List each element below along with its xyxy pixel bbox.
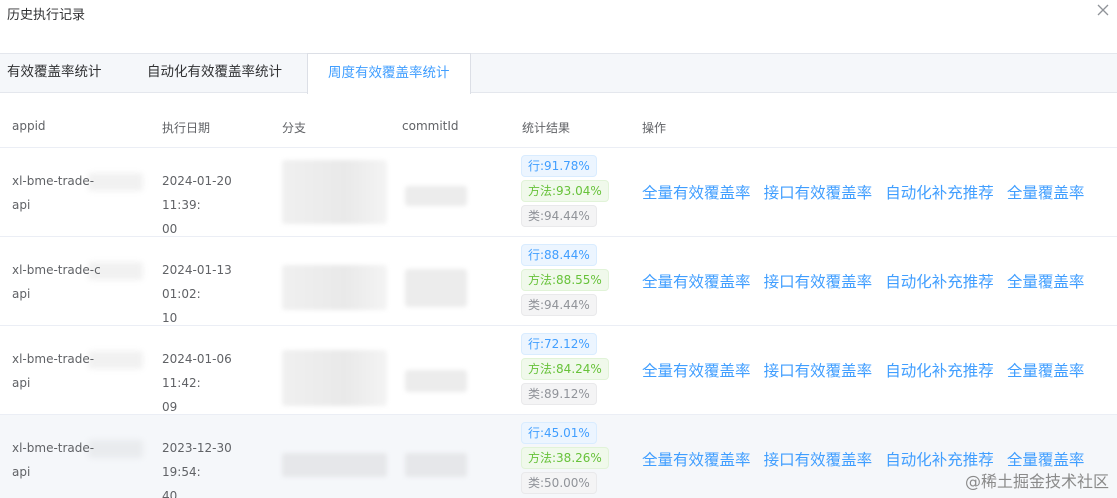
class-coverage-tag: 类:50.00% [521, 472, 597, 494]
full-effective-coverage-link[interactable]: 全量有效覆盖率 [642, 359, 751, 381]
date-cell: 2023-12-30 19:54: 40 [162, 441, 232, 498]
table-row: xl-bme-trade- api 2023-12-30 19:54: 40 行… [0, 415, 1117, 498]
full-coverage-link[interactable]: 全量覆盖率 [1007, 448, 1085, 470]
table-row: xl-bme-trade- api 2024-01-20 11:39: 00 行… [0, 148, 1117, 237]
table-row: xl-bme-trade-c api 2024-01-13 01:02: 10 … [0, 237, 1117, 326]
redacted-commit [405, 453, 467, 477]
header-appid: appid [12, 119, 46, 133]
full-coverage-link[interactable]: 全量覆盖率 [1007, 270, 1085, 292]
method-coverage-tag: 方法:84.24% [521, 358, 609, 380]
date-cell: 2024-01-06 11:42: 09 [162, 352, 232, 414]
class-coverage-tag: 类:89.12% [521, 383, 597, 405]
redacted-branch [282, 453, 387, 477]
redacted-branch [282, 350, 387, 406]
header-branch: 分支 [282, 121, 307, 135]
appid-cell: xl-bme-trade- api [12, 441, 95, 479]
method-coverage-tag: 方法:88.55% [521, 269, 609, 291]
appid-cell: xl-bme-trade- api [12, 174, 95, 212]
method-coverage-tag: 方法:38.26% [521, 447, 609, 469]
full-coverage-link[interactable]: 全量覆盖率 [1007, 181, 1085, 203]
table-row: xl-bme-trade- api 2024-01-06 11:42: 09 行… [0, 326, 1117, 415]
header-actions: 操作 [642, 121, 667, 135]
automation-recommend-link[interactable]: 自动化补充推荐 [885, 448, 994, 470]
line-coverage-tag: 行:91.78% [521, 155, 597, 177]
row-actions: 全量有效覆盖率 接口有效覆盖率 自动化补充推荐 全量覆盖率 [642, 448, 1092, 470]
watermark: @稀土掘金技术社区 [964, 472, 1109, 491]
history-table: appid 执行日期 分支 commitId 统计结果 操作 xl-bme-tr… [0, 104, 1117, 498]
tab-weekly-coverage[interactable]: 周度有效覆盖率统计 [307, 53, 471, 94]
redacted-branch [282, 265, 387, 310]
redacted-branch [282, 160, 387, 224]
appid-cell: xl-bme-trade-c api [12, 263, 101, 301]
result-tags: 行:72.12% 方法:84.24% 类:89.12% [521, 333, 611, 408]
tab-automation-coverage[interactable]: 自动化有效覆盖率统计 [127, 53, 302, 93]
tab-effective-coverage[interactable]: 有效覆盖率统计 [0, 53, 122, 93]
date-cell: 2024-01-20 11:39: 00 [162, 174, 232, 236]
dialog-title: 历史执行记录 [7, 8, 86, 23]
table-header: appid 执行日期 分支 commitId 统计结果 操作 [0, 104, 1117, 148]
close-icon[interactable] [1095, 2, 1111, 18]
date-cell: 2024-01-13 01:02: 10 [162, 263, 232, 325]
class-coverage-tag: 类:94.44% [521, 294, 597, 316]
dialog-header: 历史执行记录 [0, 0, 1117, 28]
line-coverage-tag: 行:72.12% [521, 333, 597, 355]
api-effective-coverage-link[interactable]: 接口有效覆盖率 [764, 270, 873, 292]
line-coverage-tag: 行:45.01% [521, 422, 597, 444]
redacted-commit [405, 269, 467, 307]
full-effective-coverage-link[interactable]: 全量有效覆盖率 [642, 181, 751, 203]
appid-cell: xl-bme-trade- api [12, 352, 95, 390]
automation-recommend-link[interactable]: 自动化补充推荐 [885, 359, 994, 381]
result-tags: 行:88.44% 方法:88.55% 类:94.44% [521, 244, 611, 319]
line-coverage-tag: 行:88.44% [521, 244, 597, 266]
header-date: 执行日期 [162, 121, 211, 135]
row-actions: 全量有效覆盖率 接口有效覆盖率 自动化补充推荐 全量覆盖率 [642, 181, 1092, 203]
row-actions: 全量有效覆盖率 接口有效覆盖率 自动化补充推荐 全量覆盖率 [642, 359, 1092, 381]
full-coverage-link[interactable]: 全量覆盖率 [1007, 359, 1085, 381]
api-effective-coverage-link[interactable]: 接口有效覆盖率 [764, 181, 873, 203]
header-result: 统计结果 [522, 121, 571, 135]
automation-recommend-link[interactable]: 自动化补充推荐 [885, 181, 994, 203]
class-coverage-tag: 类:94.44% [521, 205, 597, 227]
api-effective-coverage-link[interactable]: 接口有效覆盖率 [764, 359, 873, 381]
result-tags: 行:45.01% 方法:38.26% 类:50.00% [521, 422, 611, 497]
full-effective-coverage-link[interactable]: 全量有效覆盖率 [642, 448, 751, 470]
automation-recommend-link[interactable]: 自动化补充推荐 [885, 270, 994, 292]
api-effective-coverage-link[interactable]: 接口有效覆盖率 [764, 448, 873, 470]
method-coverage-tag: 方法:93.04% [521, 180, 609, 202]
full-effective-coverage-link[interactable]: 全量有效覆盖率 [642, 270, 751, 292]
header-commit: commitId [402, 119, 459, 133]
redacted-commit [405, 370, 467, 392]
result-tags: 行:91.78% 方法:93.04% 类:94.44% [521, 155, 611, 230]
row-actions: 全量有效覆盖率 接口有效覆盖率 自动化补充推荐 全量覆盖率 [642, 270, 1092, 292]
redacted-commit [405, 186, 467, 206]
tabs-bar: 有效覆盖率统计 自动化有效覆盖率统计 周度有效覆盖率统计 [0, 53, 1117, 94]
